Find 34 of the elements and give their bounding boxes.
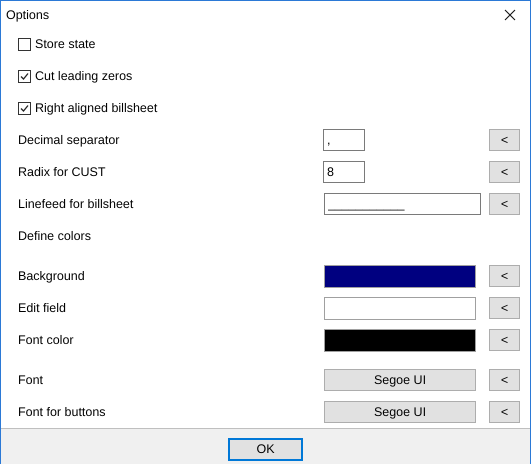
checkbox-label: Store state xyxy=(35,37,96,51)
field-label: Linefeed for billsheet xyxy=(18,197,134,211)
font-label: Font xyxy=(18,373,44,387)
pick-button[interactable]: < xyxy=(489,265,520,287)
checkbox[interactable] xyxy=(18,70,31,82)
color-label: Font color xyxy=(18,333,74,347)
checkbox[interactable] xyxy=(18,38,31,50)
font-label: Font for buttons xyxy=(18,405,106,419)
checkbox-label: Right aligned billsheet xyxy=(35,101,158,115)
checkbox[interactable] xyxy=(18,102,31,114)
pick-button[interactable]: < xyxy=(489,193,520,215)
close-icon[interactable] xyxy=(504,8,516,20)
pick-button[interactable]: < xyxy=(489,401,520,423)
window-title: Options xyxy=(6,8,50,22)
field-label: Radix for CUST xyxy=(18,165,106,179)
color-label: Background xyxy=(18,269,85,283)
ok-button[interactable]: OK xyxy=(228,438,303,460)
field-label: Decimal separator xyxy=(18,133,120,147)
input-field[interactable]: ___________ xyxy=(324,193,481,215)
input-field[interactable]: , xyxy=(323,129,365,151)
input-field[interactable]: 8 xyxy=(323,161,365,183)
pick-button[interactable]: < xyxy=(489,297,520,319)
pick-button[interactable]: < xyxy=(489,129,520,151)
font-button[interactable]: Segoe UI xyxy=(324,401,476,423)
color-swatch[interactable] xyxy=(324,328,476,352)
color-swatch[interactable] xyxy=(324,264,476,288)
font-button[interactable]: Segoe UI xyxy=(324,369,476,391)
color-swatch[interactable] xyxy=(324,296,476,320)
pick-button[interactable]: < xyxy=(489,329,520,351)
checkbox-label: Cut leading zeros xyxy=(35,69,132,83)
color-label: Edit field xyxy=(18,301,66,315)
pick-button[interactable]: < xyxy=(489,369,520,391)
section-heading: Define colors xyxy=(18,229,91,243)
pick-button[interactable]: < xyxy=(489,161,520,183)
